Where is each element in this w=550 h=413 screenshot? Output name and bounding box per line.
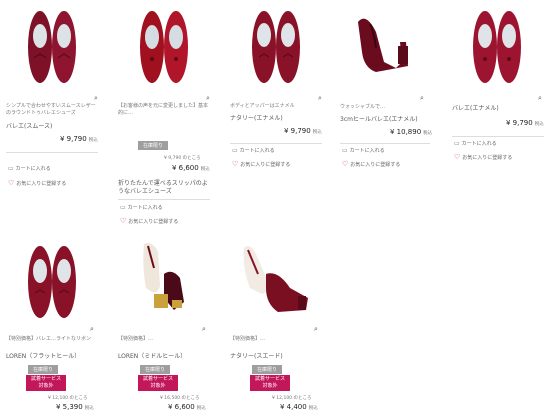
product-card-4[interactable]: ⌕ ウォッシャブルで… 3cmヒールバレエ(エナメル) ¥ 10,890 税込 ▭… xyxy=(336,2,436,172)
cart-icon: ▭ xyxy=(8,165,14,172)
magnifier-icon[interactable]: ⌕ xyxy=(318,94,322,103)
limited-stock-badge: 在庫限り xyxy=(138,141,169,150)
product-description: 【特別価格】バレエ…ライトなリボン xyxy=(6,336,92,342)
product-image[interactable] xyxy=(2,238,102,326)
product-image[interactable] xyxy=(226,238,326,326)
magnifier-icon[interactable]: ⌕ xyxy=(90,325,94,334)
original-price: ¥ 9,790 のところ xyxy=(164,156,201,161)
add-to-cart-button[interactable]: ▭ カートに入れる xyxy=(8,165,51,172)
magnifier-icon[interactable]: ⌕ xyxy=(538,94,542,103)
product-price: ¥ 9,790 税込 xyxy=(506,119,544,127)
heart-icon: ♡ xyxy=(8,179,15,187)
product-description: ウォッシャブルで… xyxy=(340,104,386,110)
magnifier-icon[interactable]: ⌕ xyxy=(202,325,206,334)
divider xyxy=(340,143,430,144)
add-to-cart-button[interactable]: ▭ カートに入れる xyxy=(232,147,275,154)
magnifier-icon[interactable]: ⌕ xyxy=(206,94,210,103)
cart-icon: ▭ xyxy=(232,147,238,154)
product-name[interactable]: ナタリー(エナメル) xyxy=(230,115,283,123)
add-to-favorites-button[interactable]: ♡ お気に入りに登録する xyxy=(120,217,178,225)
divider xyxy=(230,143,322,144)
product-card-7[interactable]: ⌕ 【特別価格】… LOREN（ミドルヒール） 在庫限り 試着サービス対象外 ¥… xyxy=(114,238,214,413)
add-to-favorites-button[interactable]: ♡ お気に入りに登録する xyxy=(8,179,66,187)
product-name[interactable]: LOREN（フラットヒール） xyxy=(6,353,80,361)
limited-stock-badge: 在庫限り xyxy=(140,365,171,374)
divider xyxy=(118,199,210,200)
original-price: ¥ 16,500 のところ xyxy=(160,396,200,401)
product-name[interactable]: 折りたたんで運べるスリッパのようなバレエシューズ xyxy=(118,180,210,196)
trial-service-excluded-badge: 試着サービス対象外 xyxy=(138,375,178,391)
original-price: ¥ 12,100 のところ xyxy=(48,396,88,401)
product-image[interactable] xyxy=(114,2,214,92)
cart-icon: ▭ xyxy=(342,147,348,154)
product-image[interactable] xyxy=(446,2,548,92)
trial-service-excluded-badge: 試着サービス対象外 xyxy=(250,375,290,391)
product-price: ¥ 6,600 税込 xyxy=(172,164,210,172)
product-name[interactable]: バレエ(スムース) xyxy=(6,123,52,131)
product-card-6[interactable]: ⌕ 【特別価格】バレエ…ライトなリボン LOREN（フラットヒール） 在庫限り … xyxy=(2,238,102,413)
original-price: ¥ 12,100 のところ xyxy=(272,396,312,401)
heart-icon: ♡ xyxy=(342,160,349,168)
product-description: 【特別価格】… xyxy=(118,336,154,342)
product-card-2[interactable]: ⌕ 【お客様の声を元に変更しました】基本的に… 在庫限り ¥ 9,790 のとこ… xyxy=(114,2,214,232)
product-name[interactable]: バレエ(エナメル) xyxy=(452,105,499,113)
product-price: ¥ 9,790 税込 xyxy=(60,135,98,143)
product-card-5[interactable]: ⌕ バレエ(エナメル) ¥ 9,790 税込 ▭ カートに入れる ♡ お気に入りに登録… xyxy=(446,2,548,167)
add-to-favorites-button[interactable]: ♡ お気に入りに登録する xyxy=(454,153,512,161)
magnifier-icon[interactable]: ⌕ xyxy=(94,94,98,103)
product-price: ¥ 9,790 税込 xyxy=(284,127,322,135)
limited-stock-badge: 在庫限り xyxy=(28,365,59,374)
heart-icon: ♡ xyxy=(454,153,461,161)
product-card-8[interactable]: ⌕ 【特別価格】… ナタリー(スエード) 在庫限り 試着サービス対象外 ¥ 12… xyxy=(226,238,326,413)
product-card-1[interactable]: ⌕ シンプルで合わせやすいスムースレザーのラウンドトゥバレエシューズ バレエ(ス… xyxy=(2,2,102,192)
product-description: 【特別価格】… xyxy=(230,336,266,342)
product-price: ¥ 10,890 税込 xyxy=(390,128,433,136)
product-description: ボディとアッパーはエナメル xyxy=(230,103,295,109)
product-image[interactable] xyxy=(114,238,214,326)
product-description: シンプルで合わせやすいスムースレザーのラウンドトゥバレエシューズ xyxy=(6,103,96,116)
magnifier-icon[interactable]: ⌕ xyxy=(420,94,424,103)
product-name[interactable]: 3cmヒールバレエ(エナメル) xyxy=(340,116,418,124)
divider xyxy=(452,136,544,137)
product-image[interactable] xyxy=(2,2,102,92)
heart-icon: ♡ xyxy=(232,160,239,168)
magnifier-icon[interactable]: ⌕ xyxy=(314,325,318,334)
add-to-favorites-button[interactable]: ♡ お気に入りに登録する xyxy=(342,160,400,168)
limited-stock-badge: 在庫限り xyxy=(252,365,283,374)
product-price: ¥ 6,600 税込 xyxy=(168,403,206,411)
product-image[interactable] xyxy=(336,2,436,92)
divider xyxy=(6,152,98,153)
cart-icon: ▭ xyxy=(454,140,460,147)
product-description: 【お客様の声を元に変更しました】基本的に… xyxy=(118,103,209,116)
add-to-favorites-button[interactable]: ♡ お気に入りに登録する xyxy=(232,160,290,168)
product-card-3[interactable]: ⌕ ボディとアッパーはエナメル ナタリー(エナメル) ¥ 9,790 税込 ▭ カー… xyxy=(226,2,326,172)
product-name[interactable]: LOREN（ミドルヒール） xyxy=(118,353,186,361)
heart-icon: ♡ xyxy=(120,217,127,225)
trial-service-excluded-badge: 試着サービス対象外 xyxy=(26,375,66,391)
product-name[interactable]: ナタリー(スエード) xyxy=(230,353,283,361)
product-image[interactable] xyxy=(226,2,326,92)
add-to-cart-button[interactable]: ▭ カートに入れる xyxy=(342,147,385,154)
product-price: ¥ 5,390 税込 xyxy=(56,403,94,411)
add-to-cart-button[interactable]: ▭ カートに入れる xyxy=(454,140,497,147)
product-price: ¥ 4,400 税込 xyxy=(280,403,318,411)
cart-icon: ▭ xyxy=(120,204,126,211)
add-to-cart-button[interactable]: ▭ カートに入れる xyxy=(120,204,163,211)
